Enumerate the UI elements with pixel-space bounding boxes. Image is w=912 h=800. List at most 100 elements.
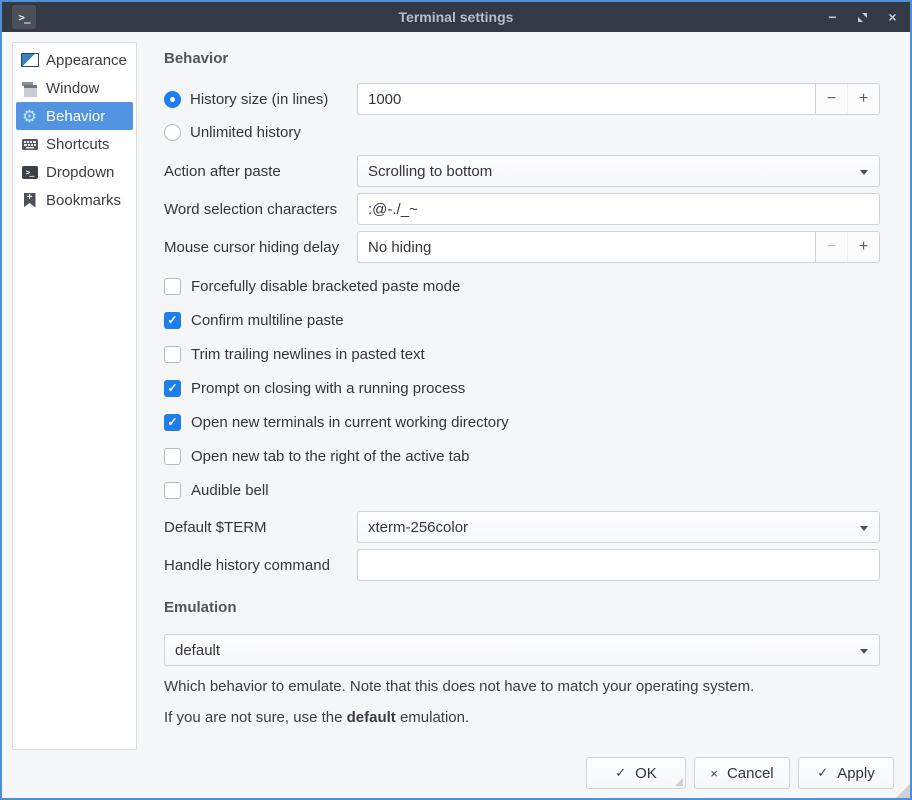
prompt-on-closing-checkbox[interactable]: ✓ [164, 380, 181, 397]
window-title: Terminal settings [399, 9, 514, 25]
ok-button[interactable]: ✓ OK [586, 757, 686, 789]
sidebar-item-behavior[interactable]: ⚙ Behavior [16, 102, 133, 130]
default-term-row: Default $TERM xterm-256color [164, 511, 880, 543]
sidebar-item-appearance[interactable]: Appearance [16, 46, 133, 74]
checkbox-row: ✓ Prompt on closing with a running proce… [164, 371, 880, 405]
emulation-value: default [175, 642, 220, 659]
keyboard-icon [20, 135, 39, 154]
checkbox-label: Prompt on closing with a running process [191, 380, 465, 397]
mouse-cursor-delay-spinner: − + [816, 231, 880, 263]
sidebar-item-bookmarks[interactable]: + Bookmarks [16, 186, 133, 214]
minimize-button[interactable]: − [825, 10, 840, 25]
default-term-label: Default $TERM [164, 519, 357, 536]
checkbox-row: ✓ Forcefully disable bracketed paste mod… [164, 269, 880, 303]
open-tab-right-checkbox[interactable]: ✓ [164, 448, 181, 465]
sidebar-item-shortcuts[interactable]: Shortcuts [16, 130, 133, 158]
increment-button[interactable]: + [848, 84, 879, 114]
mouse-cursor-delay-spinbutton: − + [357, 231, 880, 263]
increment-button[interactable]: + [848, 232, 879, 262]
behavior-section-title: Behavior [164, 50, 880, 67]
dropdown-arrow-icon [860, 526, 868, 531]
emulation-help-line1: Which behavior to emulate. Note that thi… [164, 678, 880, 695]
checkmark-icon: ✓ [167, 314, 177, 326]
settings-sidebar: Appearance Window ⚙ Behavior [12, 42, 137, 750]
default-button-grip-icon [675, 778, 683, 786]
mouse-cursor-delay-row: Mouse cursor hiding delay − + [164, 231, 880, 263]
close-button[interactable]: × [885, 10, 900, 25]
ok-button-label: OK [635, 765, 657, 782]
checkmark-icon: ✓ [167, 382, 177, 394]
checkbox-row: ✓ Confirm multiline paste [164, 303, 880, 337]
open-in-cwd-checkbox[interactable]: ✓ [164, 414, 181, 431]
titlebar: >_ Terminal settings − × [2, 2, 910, 32]
emulation-help-line2: If you are not sure, use the default emu… [164, 709, 880, 726]
action-after-paste-value: Scrolling to bottom [368, 163, 492, 180]
checkbox-row: ✓ Open new terminals in current working … [164, 405, 880, 439]
bookmark-plus-icon: + [20, 191, 39, 210]
history-size-spinbutton: − + [357, 83, 880, 115]
sidebar-item-label: Appearance [46, 52, 127, 69]
emulation-section-title: Emulation [164, 599, 880, 616]
word-selection-row: Word selection characters [164, 193, 880, 225]
history-size-radio[interactable] [164, 91, 181, 108]
dropdown-arrow-icon [860, 170, 868, 175]
checkbox-label: Trim trailing newlines in pasted text [191, 346, 425, 363]
action-after-paste-select[interactable]: Scrolling to bottom [357, 155, 880, 187]
cancel-button-label: Cancel [727, 765, 774, 782]
emulation-select[interactable]: default [164, 634, 880, 666]
behavior-panel: Behavior History size (in lines) − + Unl… [164, 44, 880, 726]
sidebar-item-label: Shortcuts [46, 136, 109, 153]
decrement-button[interactable]: − [816, 84, 848, 114]
sidebar-item-label: Dropdown [46, 164, 114, 181]
unlimited-history-label: Unlimited history [190, 124, 301, 141]
bracketed-paste-checkbox[interactable]: ✓ [164, 278, 181, 295]
unlimited-history-radio[interactable] [164, 124, 181, 141]
window-icon [20, 79, 39, 98]
apply-button[interactable]: ✓ Apply [798, 757, 894, 789]
sidebar-item-label: Behavior [46, 108, 105, 125]
maximize-button[interactable] [855, 10, 870, 25]
word-selection-input[interactable] [357, 193, 880, 225]
terminal-app-icon[interactable]: >_ [12, 5, 36, 29]
mouse-cursor-delay-input[interactable] [357, 231, 816, 263]
sidebar-item-window[interactable]: Window [16, 74, 133, 102]
cross-icon: × [710, 766, 718, 781]
help-text: If you are not sure, use the [164, 709, 347, 726]
decrement-button[interactable]: − [816, 232, 848, 262]
dialog-buttons: ✓ OK × Cancel ✓ Apply [586, 757, 894, 789]
checkmark-icon: ✓ [167, 416, 177, 428]
trim-trailing-newlines-checkbox[interactable]: ✓ [164, 346, 181, 363]
checkbox-row: ✓ Open new tab to the right of the activ… [164, 439, 880, 473]
checkbox-row: ✓ Audible bell [164, 473, 880, 507]
check-icon: ✓ [615, 765, 626, 781]
dropdown-arrow-icon [860, 649, 868, 654]
cancel-button[interactable]: × Cancel [694, 757, 790, 789]
action-after-paste-label: Action after paste [164, 163, 357, 180]
handle-history-input[interactable] [357, 549, 880, 581]
history-size-label: History size (in lines) [190, 91, 328, 108]
handle-history-row: Handle history command [164, 549, 880, 581]
resize-grip-icon[interactable] [896, 784, 910, 798]
default-term-select[interactable]: xterm-256color [357, 511, 880, 543]
window-controls: − × [825, 2, 900, 32]
audible-bell-checkbox[interactable]: ✓ [164, 482, 181, 499]
unlimited-history-row: Unlimited history [164, 121, 880, 143]
behavior-checkbox-list: ✓ Forcefully disable bracketed paste mod… [164, 269, 880, 507]
action-after-paste-row: Action after paste Scrolling to bottom [164, 155, 880, 187]
sidebar-item-dropdown[interactable]: >_ Dropdown [16, 158, 133, 186]
sidebar-item-label: Bookmarks [46, 192, 121, 209]
history-size-row: History size (in lines) − + [164, 83, 880, 115]
help-text-bold: default [347, 709, 396, 726]
checkbox-label: Forcefully disable bracketed paste mode [191, 278, 460, 295]
checkbox-label: Confirm multiline paste [191, 312, 344, 329]
word-selection-label: Word selection characters [164, 201, 357, 218]
history-size-input[interactable] [357, 83, 816, 115]
history-size-spinner: − + [816, 83, 880, 115]
checkbox-label: Audible bell [191, 482, 269, 499]
sidebar-item-label: Window [46, 80, 99, 97]
confirm-multiline-paste-checkbox[interactable]: ✓ [164, 312, 181, 329]
terminal-settings-window: >_ Terminal settings − × Appearance Wind… [0, 0, 912, 800]
mouse-cursor-delay-label: Mouse cursor hiding delay [164, 239, 357, 256]
emulation-row: default [164, 632, 880, 666]
emulation-section: Emulation default Which behavior to emul… [164, 599, 880, 726]
